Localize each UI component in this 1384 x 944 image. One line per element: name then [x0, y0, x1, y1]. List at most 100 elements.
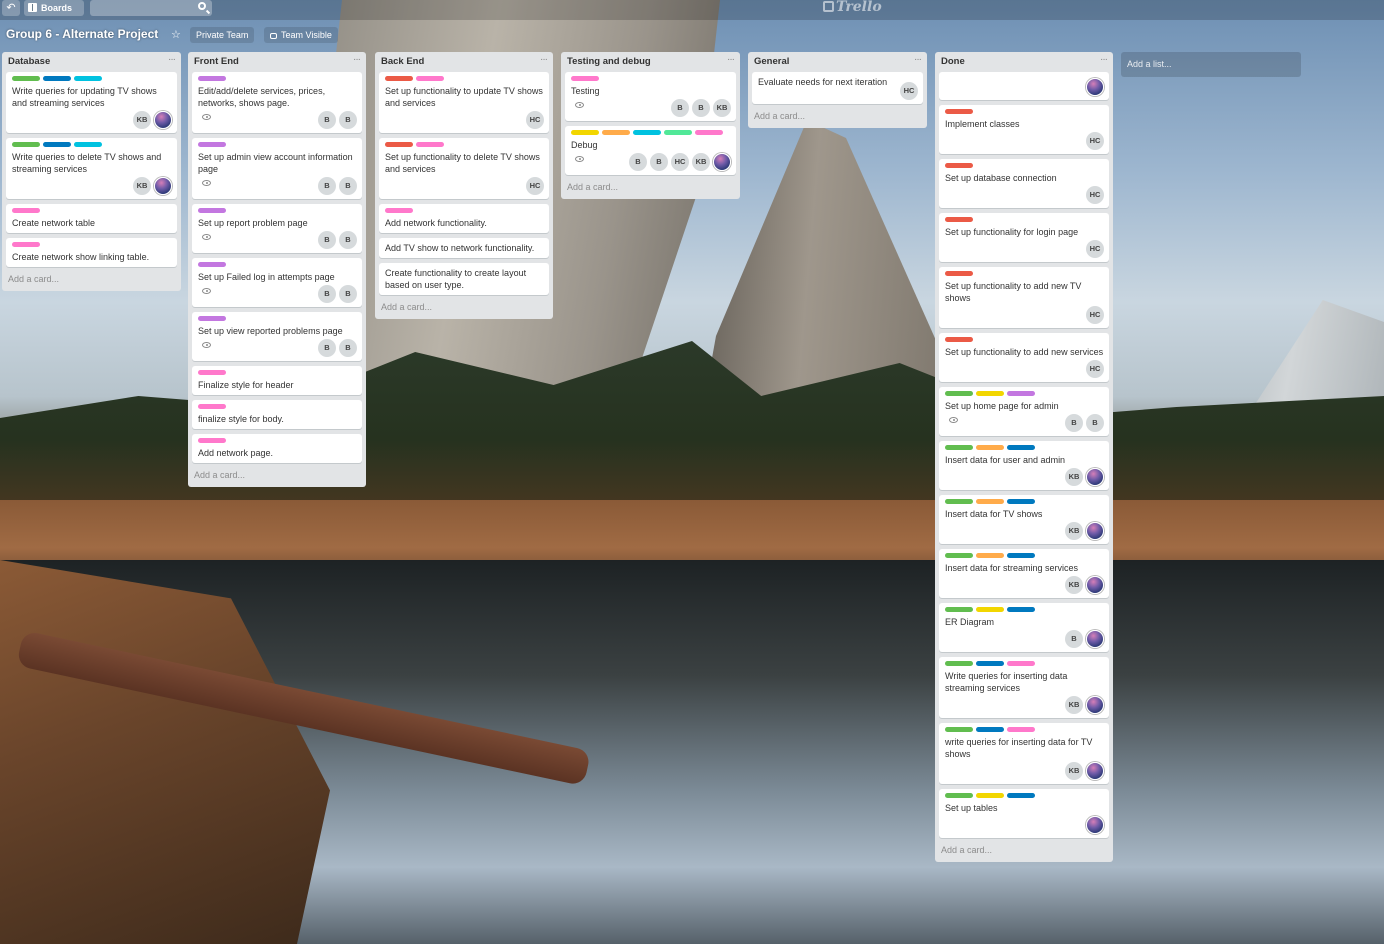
- card[interactable]: Testing B B KB: [565, 72, 736, 121]
- member-avatar[interactable]: B: [318, 231, 336, 249]
- add-card-button[interactable]: Add a card...: [748, 109, 927, 128]
- boards-button[interactable]: Boards: [24, 0, 84, 16]
- member-avatar[interactable]: B: [318, 339, 336, 357]
- list-menu-icon[interactable]: ···: [540, 54, 548, 65]
- card[interactable]: Add network page.: [192, 434, 362, 463]
- list-title[interactable]: Done: [941, 56, 965, 67]
- member-avatar-photo[interactable]: [1086, 522, 1104, 540]
- member-avatar-photo[interactable]: [154, 111, 172, 129]
- member-avatar[interactable]: HC: [1086, 132, 1104, 150]
- member-avatar[interactable]: B: [629, 153, 647, 171]
- member-avatar[interactable]: B: [318, 285, 336, 303]
- list-menu-icon[interactable]: ···: [914, 54, 922, 65]
- list-title[interactable]: Back End: [381, 56, 424, 67]
- card[interactable]: Write queries for updating TV shows and …: [6, 72, 177, 133]
- card[interactable]: Set up functionality to add new TV shows…: [939, 267, 1109, 328]
- member-avatar[interactable]: HC: [526, 177, 544, 195]
- member-avatar-photo[interactable]: [1086, 762, 1104, 780]
- member-avatar-photo[interactable]: [1086, 468, 1104, 486]
- card[interactable]: Set up functionality to update TV shows …: [379, 72, 549, 133]
- member-avatar[interactable]: KB: [1065, 576, 1083, 594]
- member-avatar[interactable]: KB: [692, 153, 710, 171]
- board-title[interactable]: Group 6 - Alternate Project: [6, 27, 158, 41]
- member-avatar[interactable]: HC: [671, 153, 689, 171]
- card[interactable]: Create functionality to create layout ba…: [379, 263, 549, 295]
- member-avatar-photo[interactable]: [154, 177, 172, 195]
- member-avatar[interactable]: B: [339, 339, 357, 357]
- add-card-button[interactable]: Add a card...: [2, 272, 181, 291]
- star-icon[interactable]: ☆: [171, 28, 181, 41]
- back-button[interactable]: ↶: [2, 0, 20, 16]
- member-avatar[interactable]: KB: [1065, 468, 1083, 486]
- card[interactable]: Edit/add/delete services, prices, networ…: [192, 72, 362, 133]
- card[interactable]: Insert data for streaming services KB: [939, 549, 1109, 598]
- card[interactable]: Finalize style for header: [192, 366, 362, 395]
- card[interactable]: ER Diagram B: [939, 603, 1109, 652]
- member-avatar-photo[interactable]: [713, 153, 731, 171]
- member-avatar[interactable]: KB: [1065, 522, 1083, 540]
- member-avatar[interactable]: KB: [1065, 696, 1083, 714]
- member-avatar[interactable]: B: [1065, 414, 1083, 432]
- card[interactable]: Add TV show to network functionality.: [379, 238, 549, 258]
- member-avatar[interactable]: KB: [1065, 762, 1083, 780]
- member-avatar[interactable]: B: [318, 177, 336, 195]
- card[interactable]: Set up functionality for login page HC: [939, 213, 1109, 262]
- list-menu-icon[interactable]: ···: [1100, 54, 1108, 65]
- card[interactable]: Implement classes HC: [939, 105, 1109, 154]
- add-list-button[interactable]: Add a list...: [1121, 52, 1301, 77]
- team-button[interactable]: Private Team: [190, 27, 255, 43]
- list-title[interactable]: Front End: [194, 56, 239, 67]
- member-avatar[interactable]: B: [1086, 414, 1104, 432]
- card[interactable]: Write queries to delete TV shows and str…: [6, 138, 177, 199]
- member-avatar-photo[interactable]: [1086, 630, 1104, 648]
- member-avatar-photo[interactable]: [1086, 78, 1104, 96]
- member-avatar[interactable]: HC: [1086, 306, 1104, 324]
- member-avatar[interactable]: B: [339, 177, 357, 195]
- card[interactable]: Debug B B HC KB: [565, 126, 736, 175]
- member-avatar[interactable]: HC: [900, 82, 918, 100]
- member-avatar-photo[interactable]: [1086, 816, 1104, 834]
- list-menu-icon[interactable]: ···: [727, 54, 735, 65]
- member-avatar[interactable]: KB: [133, 111, 151, 129]
- member-avatar[interactable]: B: [339, 111, 357, 129]
- card[interactable]: Set up database connection HC: [939, 159, 1109, 208]
- member-avatar[interactable]: B: [650, 153, 668, 171]
- visibility-button[interactable]: Team Visible: [264, 27, 338, 43]
- card[interactable]: Set up functionality to add new services…: [939, 333, 1109, 382]
- list-title[interactable]: General: [754, 56, 789, 67]
- card[interactable]: Set up tables: [939, 789, 1109, 838]
- member-avatar[interactable]: HC: [1086, 186, 1104, 204]
- member-avatar[interactable]: HC: [1086, 360, 1104, 378]
- list-menu-icon[interactable]: ···: [353, 54, 361, 65]
- member-avatar[interactable]: B: [318, 111, 336, 129]
- list-menu-icon[interactable]: ···: [168, 54, 176, 65]
- card[interactable]: [939, 72, 1109, 100]
- member-avatar[interactable]: B: [692, 99, 710, 117]
- card[interactable]: Create network table: [6, 204, 177, 233]
- add-card-button[interactable]: Add a card...: [188, 468, 366, 487]
- member-avatar[interactable]: HC: [526, 111, 544, 129]
- card[interactable]: Create network show linking table.: [6, 238, 177, 267]
- member-avatar[interactable]: B: [671, 99, 689, 117]
- trello-logo[interactable]: Trello: [823, 0, 882, 16]
- list-title[interactable]: Testing and debug: [567, 56, 651, 67]
- card[interactable]: Set up Failed log in attempts page B B: [192, 258, 362, 307]
- card[interactable]: Set up home page for admin B B: [939, 387, 1109, 436]
- member-avatar[interactable]: B: [1065, 630, 1083, 648]
- member-avatar-photo[interactable]: [1086, 696, 1104, 714]
- member-avatar[interactable]: B: [339, 231, 357, 249]
- card[interactable]: Insert data for user and admin KB: [939, 441, 1109, 490]
- member-avatar[interactable]: KB: [133, 177, 151, 195]
- card[interactable]: Evaluate needs for next iteration HC: [752, 72, 923, 104]
- card[interactable]: Set up admin view account information pa…: [192, 138, 362, 199]
- card[interactable]: write queries for inserting data for TV …: [939, 723, 1109, 784]
- card[interactable]: Add network functionality.: [379, 204, 549, 233]
- card[interactable]: Set up view reported problems page B B: [192, 312, 362, 361]
- list-title[interactable]: Database: [8, 56, 50, 67]
- member-avatar[interactable]: HC: [1086, 240, 1104, 258]
- search-icon[interactable]: [198, 2, 206, 10]
- add-card-button[interactable]: Add a card...: [935, 843, 1113, 862]
- add-card-button[interactable]: Add a card...: [561, 180, 740, 199]
- member-avatar-photo[interactable]: [1086, 576, 1104, 594]
- card[interactable]: Write queries for inserting data streami…: [939, 657, 1109, 718]
